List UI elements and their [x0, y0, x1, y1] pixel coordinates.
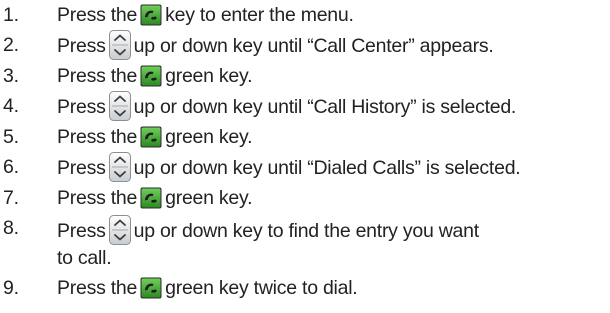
step-text-after: up or down key to find the entry you wan…	[133, 220, 480, 242]
step-3: 3. Press the green key.	[3, 61, 608, 91]
instruction-steps: 1. Press the key to enter the menu. 2. Pr…	[3, 0, 608, 303]
step-text-before: Press the	[57, 277, 138, 299]
step-2: 2. Press up or down key until “Call Cente…	[3, 30, 608, 61]
step-text-after: green key.	[165, 65, 253, 87]
step-text-before: Press the	[57, 4, 138, 26]
step-text-before: Press the	[57, 126, 138, 148]
step-1: 1. Press the key to enter the menu.	[3, 0, 608, 30]
green-call-key-icon	[140, 65, 162, 87]
step-number: 6.	[3, 156, 19, 178]
up-down-navigation-key-icon	[109, 152, 131, 182]
step-text-after: up or down key until “Call History” is s…	[133, 96, 517, 118]
step-text-before: Press	[57, 96, 106, 118]
step-5: 5. Press the green key.	[3, 122, 608, 152]
step-number: 9.	[3, 277, 19, 299]
step-6: 6. Press up or down key until “Dialed Cal…	[3, 152, 608, 183]
green-call-key-icon	[140, 4, 162, 26]
step-text-after: green key.	[165, 187, 253, 209]
step-text-before: Press	[57, 35, 106, 57]
up-down-navigation-key-icon	[109, 215, 131, 245]
step-text-after: up or down key until “Dialed Calls” is s…	[133, 157, 521, 179]
step-text-before: Press the	[57, 187, 138, 209]
up-down-navigation-key-icon	[109, 91, 131, 121]
step-text-before: Press the	[57, 65, 138, 87]
green-call-key-icon	[140, 187, 162, 209]
green-call-key-icon	[140, 126, 162, 148]
step-7: 7. Press the green key.	[3, 183, 608, 213]
step-text-after: green key.	[165, 126, 253, 148]
step-text-before: Press	[57, 220, 106, 242]
green-call-key-icon	[140, 277, 162, 299]
step-number: 5.	[3, 126, 19, 148]
step-text-after: key to enter the menu.	[165, 4, 354, 26]
step-8: 8. Press up or down key to find the entry…	[3, 215, 608, 271]
step-text-after: up or down key until “Call Center” appea…	[133, 35, 494, 57]
step-text-after: green key twice to dial.	[165, 277, 358, 299]
step-number: 8.	[3, 217, 19, 239]
step-number: 1.	[3, 4, 19, 26]
step-number: 2.	[3, 34, 19, 56]
step-number: 7.	[3, 187, 19, 209]
step-text-before: Press	[57, 157, 106, 179]
step-number: 3.	[3, 65, 19, 87]
step-text-continuation: to call.	[57, 247, 112, 269]
step-number: 4.	[3, 95, 19, 117]
up-down-navigation-key-icon	[109, 30, 131, 60]
step-4: 4. Press up or down key until “Call Histo…	[3, 91, 608, 122]
step-9: 9. Press the green key twice to dial.	[3, 273, 608, 303]
